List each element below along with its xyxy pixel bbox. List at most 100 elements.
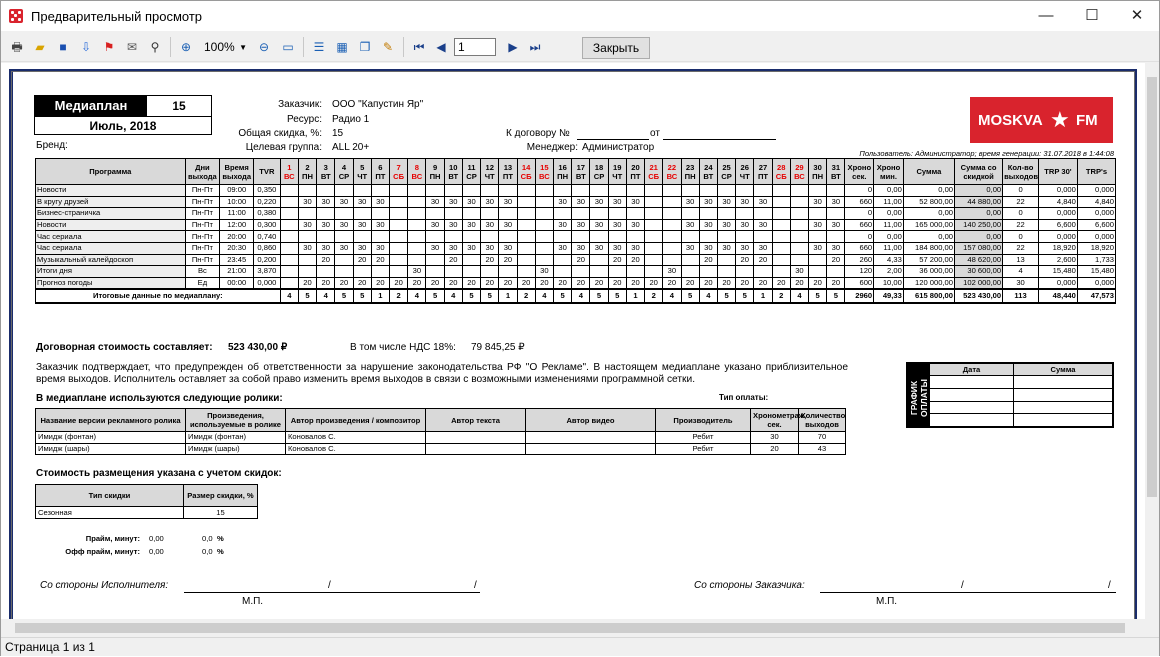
header-date: 5 ЧТ: [352, 158, 372, 185]
header-date: 21 СБ: [644, 158, 664, 185]
header-date: 7 СБ: [389, 158, 409, 185]
contract-number-line: [577, 139, 649, 140]
status-bar: Страница 1 из 1: [1, 637, 1159, 656]
payment-schedule-title: ГРАФИК ОПЛАТЫ: [909, 379, 929, 417]
table-row: Итоги дня Вс 21:00 3,870 30 30 30 30 120 2,00 36 0…: [35, 265, 1117, 278]
prime-minutes: 0,00: [149, 534, 164, 543]
header-date: 17 ВТ: [571, 158, 591, 185]
total-row: Итоговые данные по медиаплану: 4 5 4 5 5 1 2 4 5 4…: [35, 287, 1117, 304]
header-chrono_min: Хроно мин.: [873, 158, 904, 185]
print-icon[interactable]: 🖶: [8, 38, 26, 56]
book-icon[interactable]: ❐: [356, 38, 374, 56]
pay-type-label: Тип оплаты:: [719, 393, 769, 402]
horizontal-scroll-thumb[interactable]: [15, 623, 1125, 633]
maximize-button[interactable]: ☐: [1069, 1, 1115, 31]
table-row: Прогноз погоды Ед 00:00 0,000 20 20 20 20 20 20 20…: [35, 276, 1117, 290]
prime-label: Прайм, минут:: [85, 534, 140, 543]
header-date: 31 ВТ: [826, 158, 846, 185]
table-row: Имидж (фонтан) Имидж (фонтан) Коновалов С.…: [35, 431, 846, 444]
close-window-button[interactable]: ✕: [1114, 1, 1160, 31]
minimize-button[interactable]: —: [1023, 1, 1069, 31]
customer-value: ООО "Капустин Яр": [332, 99, 424, 110]
program-name: Прогноз погоды: [35, 276, 186, 290]
header-date: 13 ПТ: [498, 158, 518, 185]
vertical-scroll-thumb[interactable]: [1147, 77, 1157, 497]
executor-stamp: М.П.: [242, 596, 264, 607]
zoom-in-icon[interactable]: ⊕: [177, 38, 195, 56]
program-name: В кругу друзей: [35, 195, 186, 209]
star-icon: ★: [1050, 107, 1070, 132]
manager-value: Администратор: [582, 142, 655, 153]
zoom-out-icon[interactable]: ⊖: [255, 38, 273, 56]
resource-label: Ресурс:: [286, 114, 322, 125]
discount-title: Стоимость размещения указана с учетом ск…: [36, 468, 282, 479]
roll-header: Название версии рекламного ролика: [35, 408, 186, 432]
header-sum_disc: Сумма со скидкой: [954, 158, 1004, 185]
discount-value: 15: [332, 128, 344, 139]
header-chrono_sec: Хроно сек.: [844, 158, 875, 185]
pdf-icon[interactable]: ⚑: [100, 38, 118, 56]
outline-icon[interactable]: ☰: [310, 38, 328, 56]
prev-page-icon[interactable]: ◀: [432, 38, 450, 56]
header-date: 4 СР: [334, 158, 354, 185]
offprime-minutes: 0,00: [149, 547, 164, 556]
table-row: Час сериала Пн-Пт 20:30 0,860 30 30 30 30 30 30 30…: [35, 241, 1117, 255]
last-page-icon[interactable]: ⏭: [526, 38, 544, 56]
customer-signature-line: [820, 592, 1116, 593]
find-icon[interactable]: ⚲: [146, 38, 164, 56]
export-icon[interactable]: ⇩: [77, 38, 95, 56]
preview-window: Предварительный просмотр — ☐ ✕ 🖶 ▰ ■ ⇩ ⚑…: [0, 0, 1160, 656]
table-row: Новости Пн-Пт 09:00 0,350 0 0,00 0,00 0,00 0 0,00…: [35, 184, 1117, 197]
header-days: Дни выхода: [184, 158, 221, 185]
header-time: Время выхода: [219, 158, 255, 185]
header-date: 10 ВТ: [443, 158, 463, 185]
offprime-percent: 0,0: [202, 547, 213, 556]
chevron-down-icon: ▼: [239, 43, 247, 52]
header-date: 26 ЧТ: [735, 158, 755, 185]
page-number-input[interactable]: 1: [454, 38, 496, 56]
close-button[interactable]: Закрыть: [582, 37, 650, 59]
payment-schedule-table: Дата Сумма: [929, 363, 1113, 428]
contract-date-line: [663, 139, 776, 140]
page-width-icon[interactable]: ▭: [279, 38, 297, 56]
offprime-label: Офф прайм, минут:: [65, 547, 140, 556]
target-label: Целевая группа:: [245, 142, 322, 153]
horizontal-scrollbar[interactable]: [1, 619, 1145, 637]
edit-icon[interactable]: ✎: [379, 38, 397, 56]
program-name: Итоги дня: [35, 265, 186, 278]
mediaplan-label: Медиаплан: [35, 96, 147, 116]
table-row: В кругу друзей Пн-Пт 10:00 0,220 30 30 30 30 30 3…: [35, 195, 1117, 209]
table-row: Музыкальный калейдоскоп Пн-Пт 23:45 0,200 20…: [35, 253, 1117, 267]
roll-header: Автор произведения / композитор: [285, 408, 426, 432]
program-name: Новости: [35, 218, 186, 232]
discount-label: Общая скидка, %:: [238, 128, 322, 139]
offprime-pct-sign: %: [217, 547, 224, 556]
open-folder-icon[interactable]: ▰: [31, 38, 49, 56]
roll-header: Произведения, используемые в ролике: [185, 408, 286, 432]
preview-area[interactable]: Медиаплан 15 Июль, 2018 Бренд: Заказчик:…: [1, 63, 1145, 619]
program-name: Час сериала: [35, 230, 186, 243]
first-page-icon[interactable]: ⏮: [410, 38, 428, 56]
header-date: 28 СБ: [771, 158, 791, 185]
mediaplan-table: Программа Дни выхода Время выхода TVR 1 ВС 2 ПН…: [35, 158, 1117, 304]
window-title: Предварительный просмотр: [31, 9, 203, 24]
customer-label: Заказчик:: [278, 99, 322, 110]
discount-size-header: Размер скидки, %: [183, 484, 258, 507]
email-icon[interactable]: ✉: [123, 38, 141, 56]
vertical-scrollbar[interactable]: [1145, 63, 1159, 619]
header-date: 19 ЧТ: [607, 158, 627, 185]
table-row: Новости Пн-Пт 12:00 0,300 30 30 30 30 30 30 30 30 30…: [35, 218, 1117, 232]
report-page: Медиаплан 15 Июль, 2018 Бренд: Заказчик:…: [9, 69, 1137, 619]
moskva-fm-logo: MOSKVA ★ FM: [970, 97, 1113, 143]
total-label: Итоговые данные по медиаплану:: [35, 287, 281, 304]
prime-percent: 0,0: [202, 534, 213, 543]
roll-header: Производитель: [655, 408, 751, 432]
header-date: 3 ВТ: [316, 158, 336, 185]
next-page-icon[interactable]: ▶: [504, 38, 522, 56]
discounts-table: Тип скидки Размер скидки, % Сезонная 15: [35, 484, 258, 519]
save-icon[interactable]: ■: [54, 38, 72, 56]
zoom-select[interactable]: 100% ▼: [201, 38, 249, 57]
thumbnails-icon[interactable]: ▦: [333, 38, 351, 56]
header-sum: Сумма: [902, 158, 956, 185]
customer-stamp: М.П.: [876, 596, 898, 607]
